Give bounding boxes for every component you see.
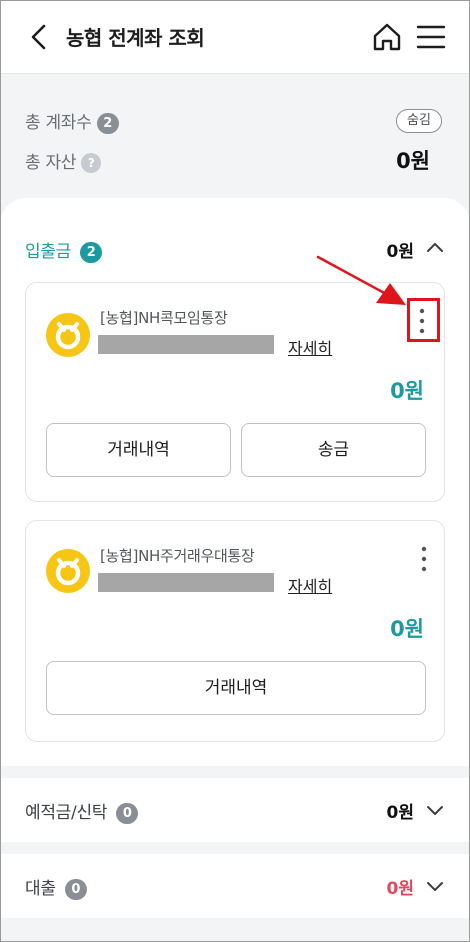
menu-button[interactable] xyxy=(415,22,447,52)
detail-link[interactable]: 자세히 xyxy=(288,335,332,359)
account-count-label: 총 계좌수 xyxy=(25,113,92,133)
nh-bank-logo-icon xyxy=(46,549,90,593)
home-icon xyxy=(373,23,401,51)
account-card: [농협]NH주거래우대통장 자세히 0원 거래내역 xyxy=(25,520,445,742)
loan-section-label: 대출 xyxy=(25,879,56,899)
total-asset-label: 총 자산 xyxy=(25,153,77,173)
more-options-button[interactable] xyxy=(410,541,438,577)
account-balance: 0원 xyxy=(390,379,424,403)
savings-count-badge: 0 xyxy=(116,802,139,824)
savings-section-amount: 0원 xyxy=(386,803,414,823)
deposit-section-label: 입출금 xyxy=(25,242,72,262)
home-button[interactable] xyxy=(371,22,403,52)
loan-count-badge: 0 xyxy=(64,878,87,900)
savings-section-row[interactable]: 예적금/신탁 0 0원 xyxy=(0,778,470,842)
savings-section-title: 예적금/신탁 0 xyxy=(25,798,139,824)
total-asset-row: 총 자산 ? xyxy=(25,148,102,173)
nh-bank-logo-icon xyxy=(46,313,90,357)
account-name: [농협]NH콕모임통장 xyxy=(100,309,228,327)
loan-section-amount: 0원 xyxy=(386,879,414,899)
transaction-history-button[interactable]: 거래내역 xyxy=(46,423,231,477)
deposit-count-badge: 2 xyxy=(80,241,103,263)
back-button[interactable] xyxy=(24,20,58,54)
deposit-section-title[interactable]: 입출금 2 xyxy=(25,237,103,263)
help-icon[interactable]: ? xyxy=(81,153,102,173)
kebab-menu-icon xyxy=(421,546,427,572)
detail-link[interactable]: 자세히 xyxy=(288,573,332,597)
loan-section-row[interactable]: 대출 0 0원 xyxy=(0,854,470,918)
highlight-box xyxy=(407,298,440,342)
pointer-arrow-icon xyxy=(316,255,406,305)
transfer-button[interactable]: 송금 xyxy=(241,423,426,477)
account-name: [농협]NH주거래우대통장 xyxy=(100,547,255,565)
masked-account-number xyxy=(98,573,274,592)
savings-section-label: 예적금/신탁 xyxy=(25,803,108,823)
chevron-down-icon[interactable] xyxy=(426,877,444,895)
account-count-badge: 2 xyxy=(96,112,119,134)
chevron-left-icon xyxy=(31,24,46,50)
chevron-down-icon[interactable] xyxy=(426,801,444,819)
account-balance: 0원 xyxy=(390,617,424,641)
loan-section-title: 대출 0 xyxy=(25,874,87,900)
hamburger-menu-icon xyxy=(416,25,446,49)
app-header: 농협 전계좌 조회 xyxy=(0,0,470,74)
masked-account-number xyxy=(98,335,274,354)
account-card: [농협]NH콕모임통장 자세히 0원 거래내역 송금 xyxy=(25,282,445,502)
page-title: 농협 전계좌 조회 xyxy=(66,26,205,50)
total-asset-amount: 0원 xyxy=(396,149,430,173)
transaction-history-button[interactable]: 거래내역 xyxy=(46,661,426,715)
account-count-row: 총 계좌수 2 xyxy=(25,108,119,134)
hide-button[interactable]: 숨김 xyxy=(396,109,442,133)
chevron-up-icon[interactable] xyxy=(426,239,444,257)
